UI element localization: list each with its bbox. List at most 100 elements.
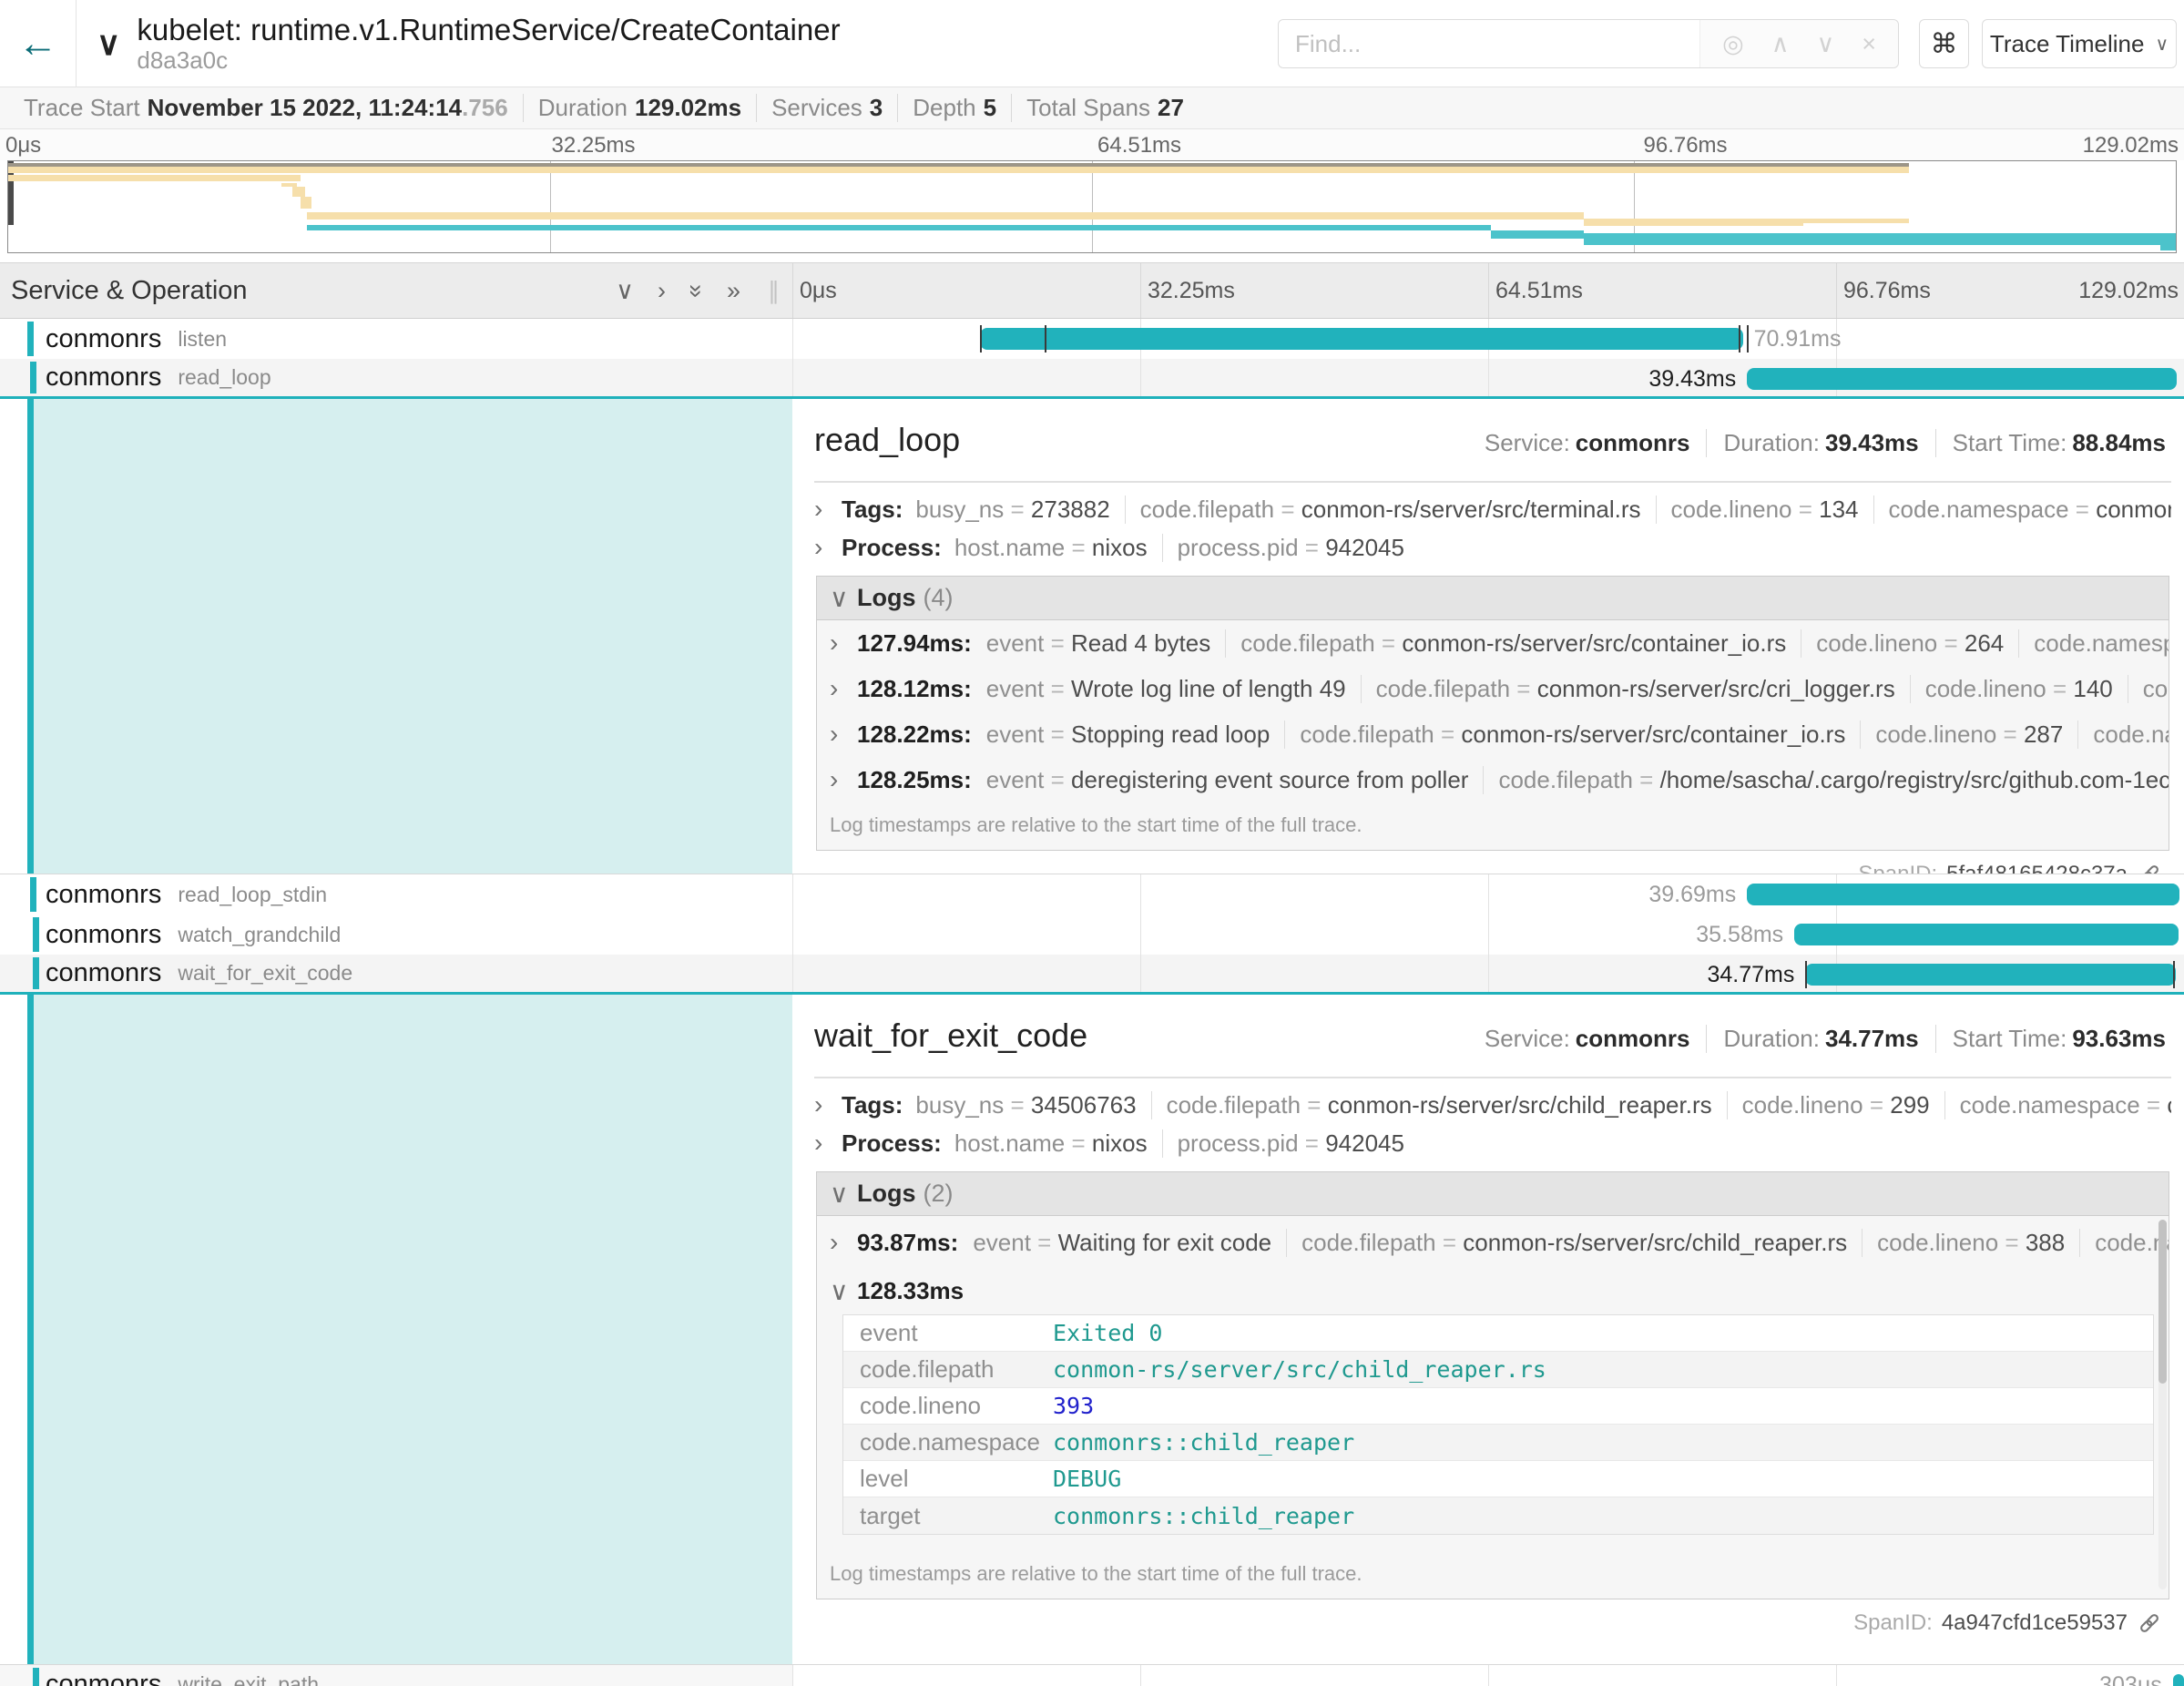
process-accordion[interactable]: › Process: host.name = nixosprocess.pid … <box>814 1124 2171 1162</box>
kv-pair: event = Stopping read loop <box>986 720 1285 749</box>
span-row-read_loop[interactable]: conmonrs read_loop 39.43ms <box>0 359 2184 399</box>
trace-id-short: d8a3a0c <box>137 47 840 75</box>
detail-indent-panel <box>34 995 792 1664</box>
operation-name: read_loop <box>178 365 270 390</box>
minimap-canvas[interactable] <box>7 160 2177 253</box>
span-duration-label: 34.77ms <box>1708 962 1795 988</box>
kv-pair: event = Read 4 bytes <box>986 629 1225 658</box>
tags-accordion[interactable]: › Tags: busy_ns = 273882code.filepath = … <box>814 490 2171 528</box>
time-tick-label: 32.25ms <box>552 133 636 158</box>
expand-all-icon[interactable]: » <box>727 277 740 305</box>
collapse-all-icon[interactable]: » <box>682 283 710 297</box>
find-input[interactable] <box>1279 20 1699 67</box>
process-accordion[interactable]: › Process: host.name = nixosprocess.pid … <box>814 528 2171 567</box>
time-tick-label: 96.76ms <box>1644 133 1728 158</box>
tags-accordion[interactable]: › Tags: busy_ns = 34506763code.filepath … <box>814 1086 2171 1124</box>
span-table-header: Service & Operation ∨ › » » ∥ 0μs32.25ms… <box>0 262 2184 319</box>
kv-pair: process.pid = 942045 <box>1162 1129 1419 1158</box>
span-duration-label: 39.69ms <box>1648 882 1736 908</box>
table-row: level DEBUG <box>843 1461 2153 1497</box>
chevron-right-icon: › <box>830 765 857 794</box>
detail-title: read_loop <box>814 421 960 459</box>
service-operation-header: Service & Operation <box>11 276 248 306</box>
time-tick-label: 32.25ms <box>1148 278 1235 304</box>
logs-note: Log timestamps are relative to the start… <box>817 802 2169 850</box>
copy-link-icon[interactable] <box>2137 862 2162 874</box>
logs-count: (2) <box>924 1180 954 1208</box>
log-entry[interactable]: › 128.22ms: event = Stopping read loopco… <box>817 711 2169 757</box>
logs-count: (4) <box>924 584 954 612</box>
tags-list: busy_ns = 273882code.filepath = conmon-r… <box>915 496 2171 524</box>
log-fields: event = Wrote log line of length 49code.… <box>986 675 2169 703</box>
table-row: code.lineno 393 <box>843 1388 2153 1425</box>
span-row-read_loop_stdin[interactable]: conmonrs read_loop_stdin 39.69ms <box>0 874 2184 915</box>
trace-total-spans: Total Spans27 <box>1012 94 1199 122</box>
span-row-watch_grandchild[interactable]: conmonrs watch_grandchild 35.58ms <box>0 915 2184 955</box>
span-bar[interactable] <box>2173 1674 2184 1686</box>
minimap-span-segment <box>307 225 1490 230</box>
logs-accordion-header[interactable]: ∨ Logs (2) <box>817 1172 2169 1216</box>
span-duration-label: 70.91ms <box>1754 326 1842 353</box>
kv-pair: code.filepath = conmon-rs/server/src/con… <box>1225 629 1801 658</box>
scrollbar[interactable] <box>2158 1220 2167 1589</box>
chevron-right-icon: › <box>830 1228 857 1257</box>
chevron-right-icon: › <box>814 495 842 524</box>
log-fields: event = Stopping read loopcode.filepath … <box>986 720 2169 749</box>
trace-summary-bar: Trace StartNovember 15 2022, 11:24:14.75… <box>0 87 2184 129</box>
kv-pair: code.namespace = conmon… <box>2079 1229 2169 1257</box>
prev-match-icon[interactable]: ∧ <box>1771 30 1790 58</box>
time-tick-label: 129.02ms <box>2078 278 2179 304</box>
span-bar[interactable] <box>1747 884 2179 905</box>
column-resize-handle[interactable]: ∥ <box>768 277 780 305</box>
log-entry-expanded[interactable]: ∨ 128.33ms <box>817 1269 2169 1313</box>
collapse-one-icon[interactable]: ∨ <box>616 277 634 305</box>
kv-pair: code.filepath = conmon-rs/server/src/ter… <box>1125 496 1656 524</box>
minimap-span-segment <box>1584 219 1802 226</box>
log-entry[interactable]: › 128.25ms: event = deregistering event … <box>817 757 2169 802</box>
span-bar[interactable] <box>1747 368 2177 390</box>
chevron-down-icon: ∨ <box>830 583 857 613</box>
match-highlight-icon[interactable]: ◎ <box>1722 30 1744 58</box>
kv-pair: event = Waiting for exit code <box>973 1229 1286 1257</box>
span-bar[interactable] <box>1794 924 2179 945</box>
collapse-trace-header-icon[interactable]: ∨ <box>97 25 120 63</box>
keyboard-shortcuts-button[interactable]: ⌘ <box>1919 19 1969 68</box>
log-fields-table: event Exited 0 code.filepath conmon-rs/s… <box>842 1314 2154 1535</box>
log-entry[interactable]: › 93.87ms: event = Waiting for exit code… <box>817 1216 2169 1269</box>
find-group: ◎ ∧ ∨ × <box>1278 19 1899 68</box>
next-match-icon[interactable]: ∨ <box>1816 30 1834 58</box>
minimap-span-segment <box>1803 219 1910 223</box>
expand-one-icon[interactable]: › <box>658 277 666 305</box>
copy-link-icon[interactable] <box>2137 1610 2162 1636</box>
minimap-span-segment <box>1491 230 1584 239</box>
log-fields: event = deregistering event source from … <box>986 766 2169 794</box>
chevron-right-icon: › <box>814 1090 842 1119</box>
span-bar[interactable] <box>980 328 1742 350</box>
clear-find-icon[interactable]: × <box>1862 30 1876 58</box>
span-row-write_exit_path[interactable]: conmonrs write_exit_path 303μs <box>0 1665 2184 1686</box>
detail-start-time: Start Time:93.63ms <box>1936 1025 2166 1053</box>
service-name: conmonrs <box>46 958 161 988</box>
log-entry[interactable]: › 127.94ms: event = Read 4 bytescode.fil… <box>817 620 2169 666</box>
view-selector-button[interactable]: Trace Timeline ∨ <box>1982 19 2177 68</box>
page-title: kubelet: runtime.v1.RuntimeService/Creat… <box>137 13 840 47</box>
detail-indent-panel <box>34 399 792 874</box>
kv-pair: code.filepath = /home/sascha/.cargo/regi… <box>1483 766 2169 794</box>
back-button[interactable]: ← <box>0 0 77 87</box>
span-id-value: 4a947cfd1ce59537 <box>1942 1610 2128 1636</box>
logs-accordion-header[interactable]: ∨ Logs (4) <box>817 577 2169 620</box>
log-timestamp: 93.87ms: <box>857 1229 958 1257</box>
minimap-gridline <box>550 161 551 252</box>
log-timestamp: 128.12ms: <box>857 675 972 703</box>
span-row-wait_for_exit_code[interactable]: conmonrs wait_for_exit_code 34.77ms <box>0 955 2184 995</box>
time-tick-label: 0μs <box>5 133 41 158</box>
table-row: code.filepath conmon-rs/server/src/child… <box>843 1352 2153 1388</box>
detail-service: Service:conmonrs <box>1468 429 1708 457</box>
span-bar[interactable] <box>1805 964 2175 986</box>
log-entry[interactable]: › 128.12ms: event = Wrote log line of le… <box>817 666 2169 711</box>
kv-pair: code.filepath = conmon-rs/server/src/con… <box>1284 720 1860 749</box>
span-id-value: 5faf48165428c37a <box>1946 862 2128 874</box>
span-row-listen[interactable]: conmonrs listen 70.91ms <box>0 319 2184 359</box>
kv-pair: busy_ns = 34506763 <box>915 1091 1150 1119</box>
chevron-right-icon: › <box>814 1129 842 1158</box>
